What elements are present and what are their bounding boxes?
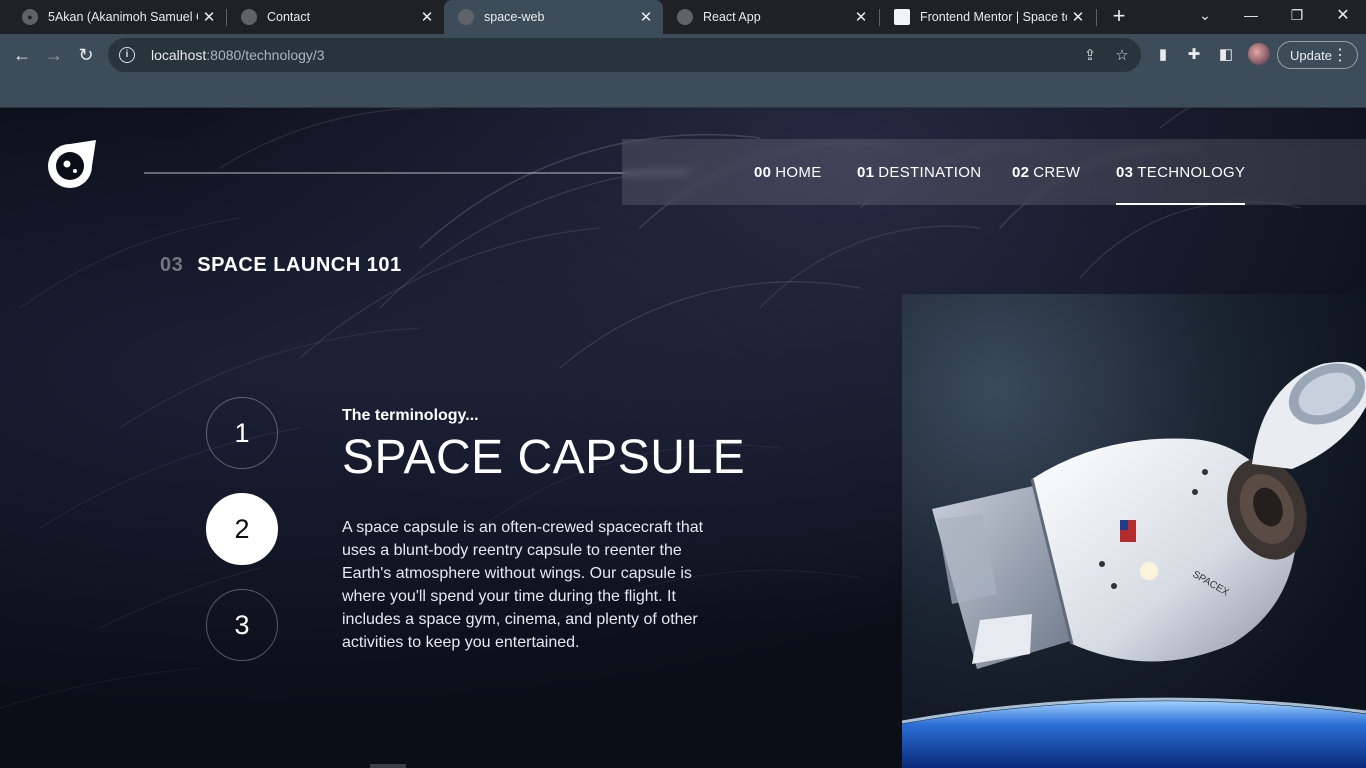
tab-search-icon[interactable]: ⌄ xyxy=(1182,0,1228,30)
close-icon[interactable]: ✕ xyxy=(1067,6,1089,28)
browser-tab-frontend-mentor[interactable]: Frontend Mentor | Space tour ✕ xyxy=(880,0,1095,34)
heading-number: 03 xyxy=(160,254,184,276)
terminology-label: The terminology... xyxy=(342,407,479,424)
url-host: localhost xyxy=(151,47,207,63)
technology-description: A space capsule is an often-crewed space… xyxy=(342,519,704,651)
bookmarks-bar xyxy=(0,76,1366,108)
step-button-3[interactable]: 3 xyxy=(206,589,278,661)
step-button-1[interactable]: 1 xyxy=(206,397,278,469)
nav-item-number: 00 xyxy=(754,163,772,181)
close-icon[interactable]: ✕ xyxy=(635,6,657,28)
close-icon[interactable]: ✕ xyxy=(850,6,872,28)
nav-item-number: 03 xyxy=(1116,163,1134,181)
browser-toolbar: ← → ↻ i localhost:8080/technology/3 ⇪ ☆ … xyxy=(0,34,1366,76)
reload-button[interactable]: ↻ xyxy=(72,41,100,69)
frontend-mentor-icon xyxy=(894,9,910,25)
technology-title: SPACE CAPSULE xyxy=(342,431,746,484)
menu-icon[interactable]: ⋮ xyxy=(1332,45,1348,65)
close-icon[interactable]: ✕ xyxy=(416,6,438,28)
nav-item-label: DESTINATION xyxy=(878,163,982,181)
nav-item-crew[interactable]: 02 CREW xyxy=(1012,139,1080,205)
tab-separator xyxy=(1096,9,1097,26)
browser-tab-space-web[interactable]: space-web ✕ xyxy=(444,0,663,34)
tab-title: React App xyxy=(703,10,761,24)
horizontal-scrollbar[interactable] xyxy=(370,764,406,768)
close-icon[interactable]: ✕ xyxy=(198,6,220,28)
space-capsule-image: SPACEX xyxy=(902,294,1366,768)
bookmark-star-icon[interactable]: ☆ xyxy=(1113,47,1131,65)
update-label: Update xyxy=(1290,47,1332,63)
address-bar[interactable]: i localhost:8080/technology/3 ⇪ ☆ xyxy=(108,38,1141,72)
nav-divider-line xyxy=(144,172,688,174)
browser-tab-contact[interactable]: Contact ✕ xyxy=(227,0,444,34)
page-viewport: 00 HOME 01 DESTINATION 02 CREW 03 TECHNO… xyxy=(0,108,1366,768)
nav-item-home[interactable]: 00 HOME xyxy=(754,139,822,205)
github-icon: ● xyxy=(22,9,38,25)
share-icon[interactable]: ⇪ xyxy=(1081,47,1099,65)
tab-title: space-web xyxy=(484,10,545,24)
profile-avatar[interactable] xyxy=(1248,43,1270,65)
tab-title: Frontend Mentor | Space tour xyxy=(920,10,1067,24)
url-path: :8080/technology/3 xyxy=(206,47,325,63)
nav-item-technology[interactable]: 03 TECHNOLOGY xyxy=(1116,139,1246,205)
side-panel-icon[interactable]: ◧ xyxy=(1216,45,1236,65)
step-button-2[interactable]: 2 xyxy=(206,493,278,565)
globe-icon xyxy=(458,9,474,25)
globe-icon xyxy=(677,9,693,25)
tab-title: Contact xyxy=(267,10,311,24)
nav-item-label: HOME xyxy=(775,163,822,181)
nav-item-label: CREW xyxy=(1033,163,1081,181)
nav-item-label: TECHNOLOGY xyxy=(1137,163,1246,181)
close-window-button[interactable]: ✕ xyxy=(1320,0,1366,30)
url-text: localhost:8080/technology/3 xyxy=(151,47,325,63)
logo-icon[interactable] xyxy=(48,140,96,188)
extension-icon[interactable]: ▮ xyxy=(1153,45,1173,65)
browser-tab-react-app[interactable]: React App ✕ xyxy=(663,0,878,34)
page-heading: 03 SPACE LAUNCH 101 xyxy=(160,254,402,277)
browser-tab-bar: ● 5Akan (Akanimoh Samuel Ob ✕ Contact ✕ … xyxy=(0,0,1366,34)
new-tab-button[interactable]: + xyxy=(1108,5,1130,27)
globe-icon xyxy=(241,9,257,25)
site-info-icon[interactable]: i xyxy=(119,47,135,63)
heading-text: SPACE LAUNCH 101 xyxy=(197,254,402,276)
nav-item-number: 01 xyxy=(857,163,875,181)
main-nav: 00 HOME 01 DESTINATION 02 CREW 03 TECHNO… xyxy=(622,139,1366,205)
browser-tab-github[interactable]: ● 5Akan (Akanimoh Samuel Ob ✕ xyxy=(8,0,226,34)
back-button[interactable]: ← xyxy=(8,41,36,69)
forward-button[interactable]: → xyxy=(40,41,68,69)
restore-button[interactable]: ❐ xyxy=(1274,0,1320,30)
nav-item-number: 02 xyxy=(1012,163,1030,181)
tab-title: 5Akan (Akanimoh Samuel Ob xyxy=(48,10,198,24)
nav-item-destination[interactable]: 01 DESTINATION xyxy=(857,139,981,205)
update-button[interactable]: Update ⋮ xyxy=(1277,41,1358,69)
puzzle-icon[interactable]: ✚ xyxy=(1184,45,1204,65)
minimize-button[interactable]: — xyxy=(1228,0,1274,30)
